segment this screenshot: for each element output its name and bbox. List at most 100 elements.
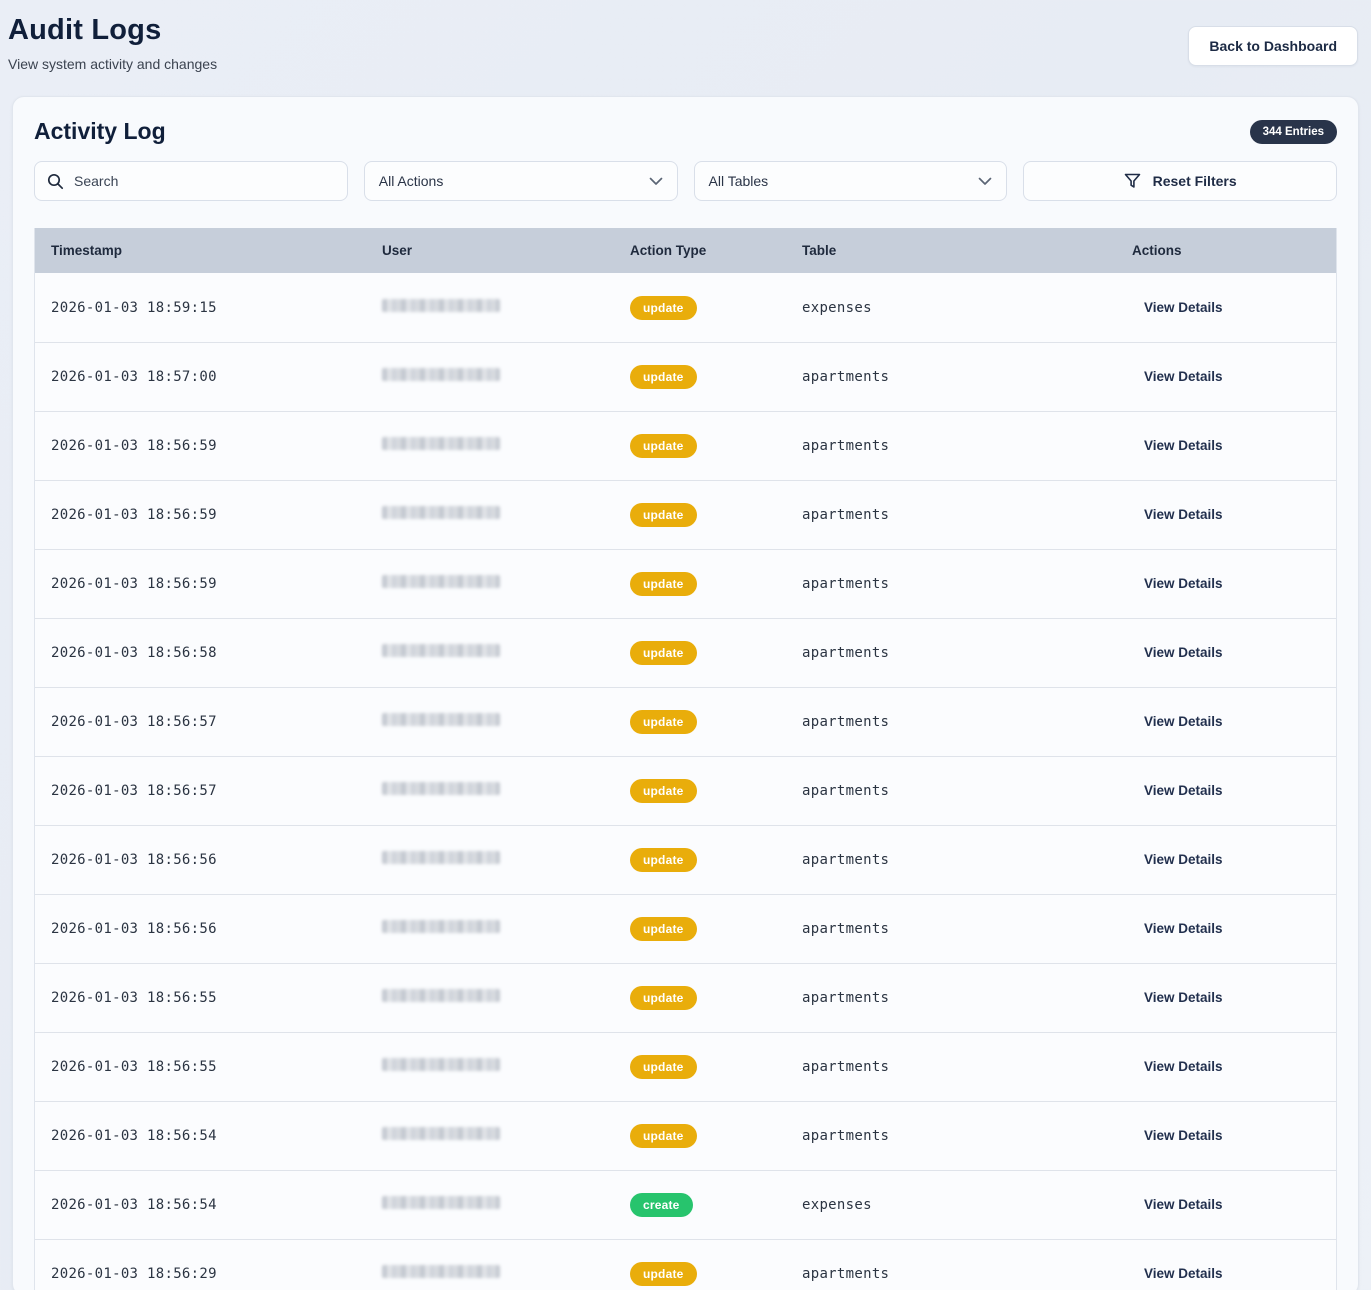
- actions-cell: View Details: [1116, 644, 1336, 662]
- table-name-cell: expenses: [786, 300, 1116, 316]
- view-details-link[interactable]: View Details: [1144, 369, 1223, 384]
- action-type-cell: update: [614, 296, 786, 320]
- actions-filter-select[interactable]: All Actions: [364, 161, 678, 201]
- activity-log-panel: Activity Log 344 Entries All Actions All…: [12, 96, 1359, 1290]
- table-body: 2026-01-03 18:59:15 update expenses View…: [35, 273, 1336, 1290]
- user-cell: [366, 1265, 614, 1283]
- tables-filter-select[interactable]: All Tables: [694, 161, 1008, 201]
- entries-count-badge: 344 Entries: [1250, 120, 1337, 144]
- table-row: 2026-01-03 18:56:57 update apartments Vi…: [35, 687, 1336, 756]
- user-email-redacted: [382, 989, 500, 1002]
- view-details-link[interactable]: View Details: [1144, 300, 1223, 315]
- page-header: Audit Logs View system activity and chan…: [0, 0, 1371, 72]
- view-details-link[interactable]: View Details: [1144, 1197, 1223, 1212]
- action-type-badge: update: [630, 848, 697, 872]
- table-name-cell: apartments: [786, 438, 1116, 454]
- table-row: 2026-01-03 18:56:56 update apartments Vi…: [35, 894, 1336, 963]
- actions-cell: View Details: [1116, 575, 1336, 593]
- action-type-badge: update: [630, 986, 697, 1010]
- view-details-link[interactable]: View Details: [1144, 852, 1223, 867]
- timestamp-cell: 2026-01-03 18:56:57: [35, 714, 366, 730]
- user-email-redacted: [382, 1058, 500, 1071]
- actions-cell: View Details: [1116, 782, 1336, 800]
- table-name-cell: apartments: [786, 507, 1116, 523]
- user-cell: [366, 782, 614, 800]
- timestamp-cell: 2026-01-03 18:56:57: [35, 783, 366, 799]
- view-details-link[interactable]: View Details: [1144, 714, 1223, 729]
- view-details-link[interactable]: View Details: [1144, 507, 1223, 522]
- table-name-cell: expenses: [786, 1197, 1116, 1213]
- audit-log-table: Timestamp User Action Type Table Actions…: [34, 228, 1337, 1290]
- table-name-cell: apartments: [786, 852, 1116, 868]
- user-cell: [366, 299, 614, 317]
- timestamp-cell: 2026-01-03 18:56:58: [35, 645, 366, 661]
- user-cell: [366, 575, 614, 593]
- panel-title: Activity Log: [34, 118, 166, 145]
- table-name-cell: apartments: [786, 1059, 1116, 1075]
- chevron-down-icon: [978, 177, 992, 186]
- user-email-redacted: [382, 506, 500, 519]
- action-type-badge: update: [630, 1055, 697, 1079]
- table-row: 2026-01-03 18:56:29 update apartments Vi…: [35, 1239, 1336, 1290]
- actions-cell: View Details: [1116, 1196, 1336, 1214]
- back-to-dashboard-button[interactable]: Back to Dashboard: [1188, 26, 1358, 66]
- table-row: 2026-01-03 18:56:54 update apartments Vi…: [35, 1101, 1336, 1170]
- view-details-link[interactable]: View Details: [1144, 645, 1223, 660]
- action-type-cell: update: [614, 365, 786, 389]
- user-email-redacted: [382, 368, 500, 381]
- view-details-link[interactable]: View Details: [1144, 990, 1223, 1005]
- table-name-cell: apartments: [786, 714, 1116, 730]
- action-type-badge: update: [630, 572, 697, 596]
- actions-cell: View Details: [1116, 851, 1336, 869]
- timestamp-cell: 2026-01-03 18:56:55: [35, 1059, 366, 1075]
- user-cell: [366, 1127, 614, 1145]
- timestamp-cell: 2026-01-03 18:56:59: [35, 576, 366, 592]
- user-email-redacted: [382, 575, 500, 588]
- column-header-action-type: Action Type: [614, 243, 786, 258]
- timestamp-cell: 2026-01-03 18:56:59: [35, 507, 366, 523]
- action-type-badge: update: [630, 503, 697, 527]
- panel-header: Activity Log 344 Entries: [34, 118, 1337, 145]
- user-email-redacted: [382, 851, 500, 864]
- table-name-cell: apartments: [786, 921, 1116, 937]
- view-details-link[interactable]: View Details: [1144, 576, 1223, 591]
- user-email-redacted: [382, 1196, 500, 1209]
- view-details-link[interactable]: View Details: [1144, 1266, 1223, 1281]
- user-email-redacted: [382, 644, 500, 657]
- view-details-link[interactable]: View Details: [1144, 438, 1223, 453]
- action-type-cell: update: [614, 848, 786, 872]
- table-row: 2026-01-03 18:56:56 update apartments Vi…: [35, 825, 1336, 894]
- view-details-link[interactable]: View Details: [1144, 1059, 1223, 1074]
- table-row: 2026-01-03 18:56:54 create expenses View…: [35, 1170, 1336, 1239]
- view-details-link[interactable]: View Details: [1144, 783, 1223, 798]
- user-email-redacted: [382, 299, 500, 312]
- action-type-badge: update: [630, 917, 697, 941]
- action-type-badge: update: [630, 365, 697, 389]
- view-details-link[interactable]: View Details: [1144, 921, 1223, 936]
- reset-filters-label: Reset Filters: [1153, 173, 1237, 189]
- table-row: 2026-01-03 18:56:59 update apartments Vi…: [35, 549, 1336, 618]
- page-subtitle: View system activity and changes: [8, 56, 217, 72]
- user-email-redacted: [382, 437, 500, 450]
- table-row: 2026-01-03 18:56:59 update apartments Vi…: [35, 480, 1336, 549]
- actions-cell: View Details: [1116, 989, 1336, 1007]
- search-input[interactable]: [74, 173, 335, 189]
- action-type-cell: update: [614, 779, 786, 803]
- column-header-user: User: [366, 243, 614, 258]
- column-header-actions: Actions: [1116, 243, 1336, 258]
- timestamp-cell: 2026-01-03 18:59:15: [35, 300, 366, 316]
- action-type-cell: update: [614, 572, 786, 596]
- action-type-badge: update: [630, 1262, 697, 1286]
- column-header-timestamp: Timestamp: [35, 243, 366, 258]
- table-name-cell: apartments: [786, 369, 1116, 385]
- timestamp-cell: 2026-01-03 18:56:54: [35, 1197, 366, 1213]
- actions-filter-value: All Actions: [379, 173, 444, 189]
- search-box[interactable]: [34, 161, 348, 201]
- timestamp-cell: 2026-01-03 18:56:56: [35, 921, 366, 937]
- user-email-redacted: [382, 1265, 500, 1278]
- user-email-redacted: [382, 713, 500, 726]
- user-cell: [366, 506, 614, 524]
- reset-filters-button[interactable]: Reset Filters: [1023, 161, 1337, 201]
- timestamp-cell: 2026-01-03 18:56:59: [35, 438, 366, 454]
- view-details-link[interactable]: View Details: [1144, 1128, 1223, 1143]
